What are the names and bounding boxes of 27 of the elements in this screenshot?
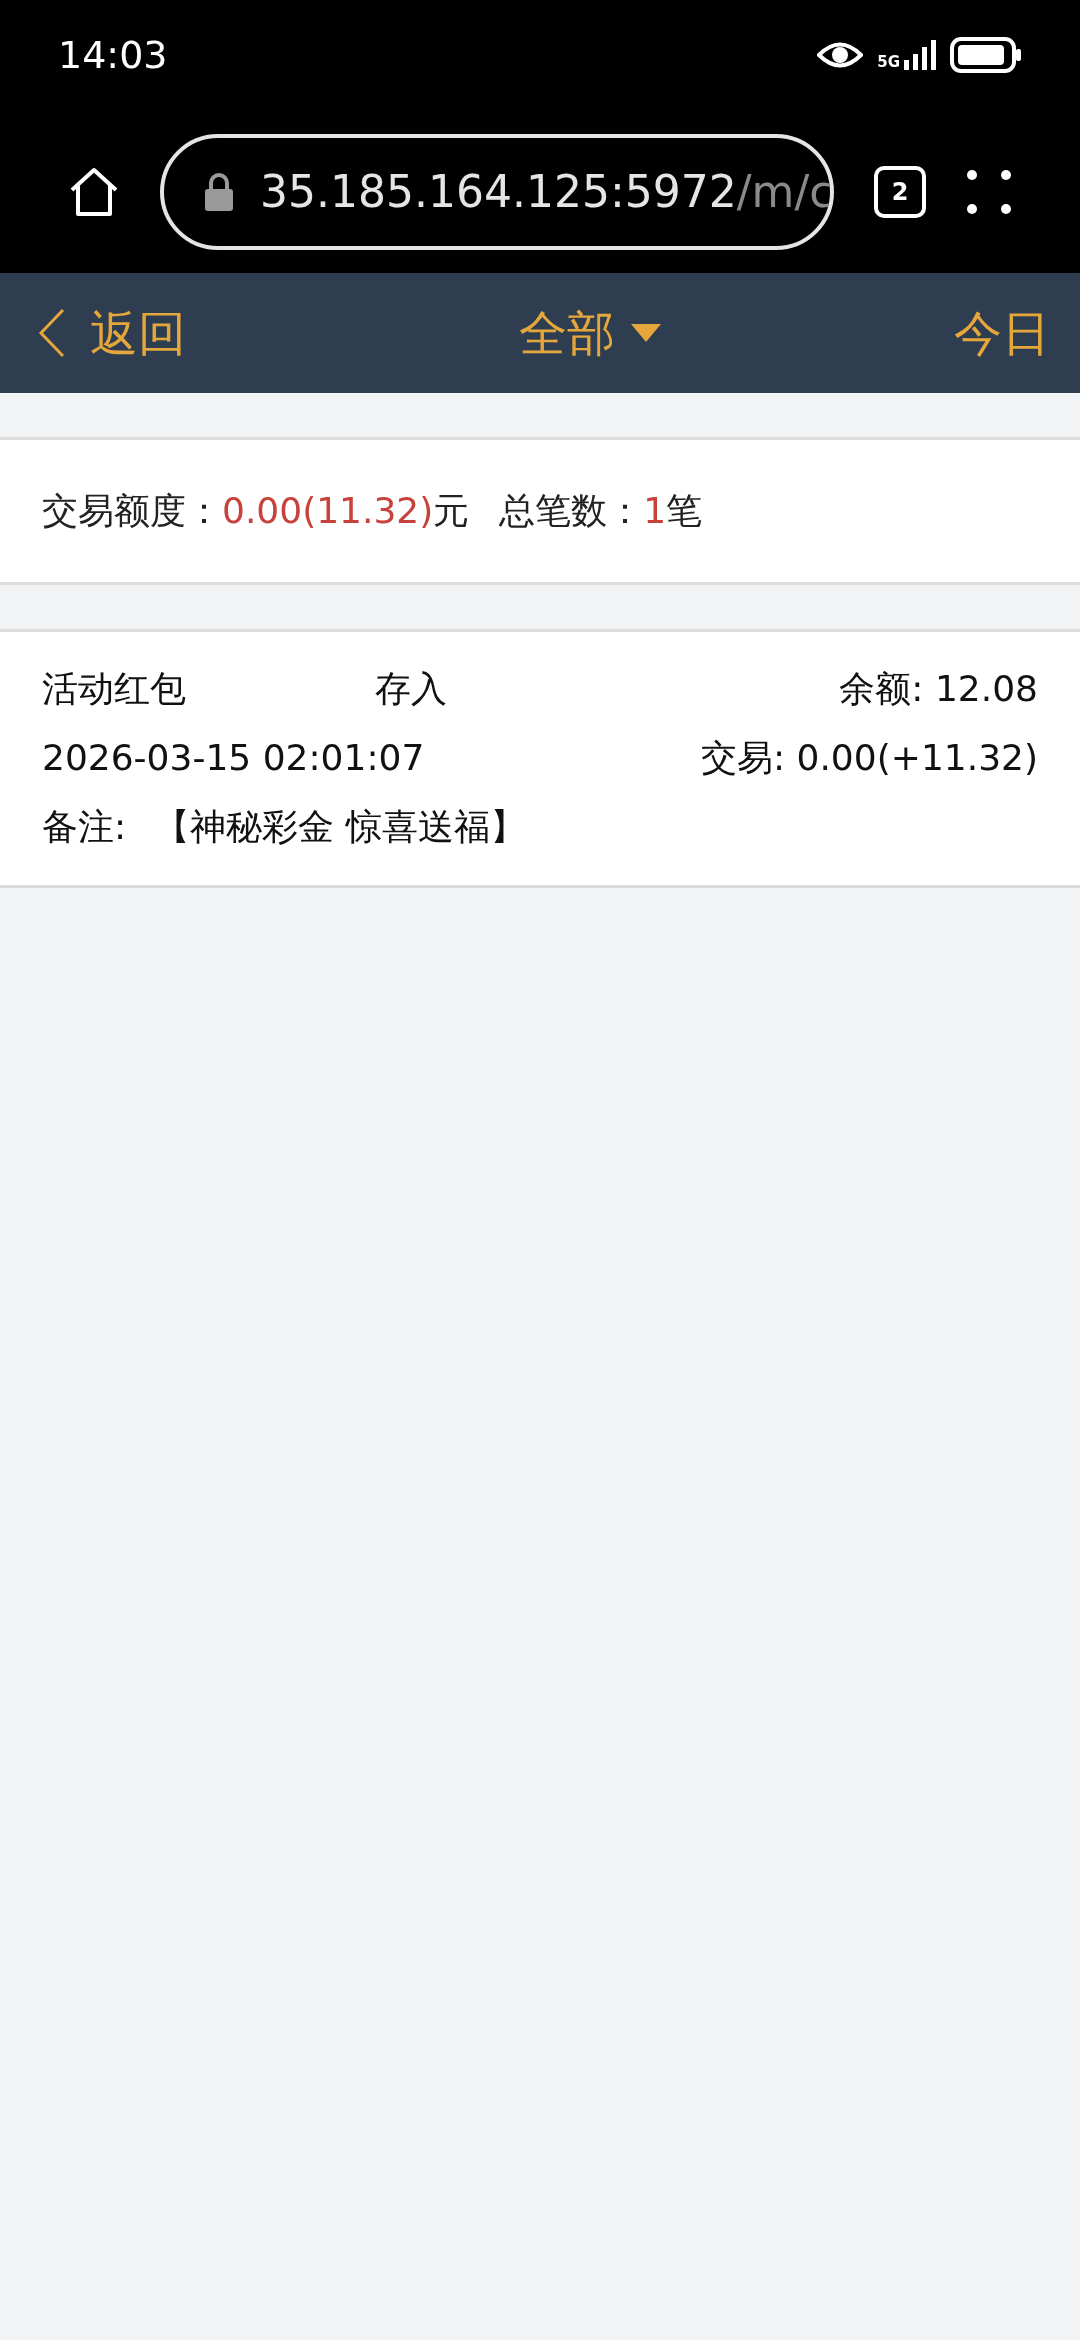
network-label: 5G — [877, 55, 900, 70]
battery-icon — [950, 37, 1022, 73]
signal-icon — [904, 40, 936, 70]
summary-unit: 元 — [433, 489, 470, 533]
back-icon — [38, 308, 66, 358]
back-button[interactable]: 返回 — [38, 297, 186, 369]
home-icon[interactable] — [68, 165, 120, 218]
eye-icon — [817, 40, 864, 70]
tab-count-button[interactable]: 2 — [874, 165, 926, 218]
note-label: 备注: — [42, 805, 127, 849]
summary-unit: 笔 — [666, 489, 703, 533]
summary-value: 1 — [643, 489, 667, 533]
caret-icon — [631, 324, 661, 342]
today-button[interactable]: 今日 — [954, 297, 1050, 369]
record-category: 活动红包 — [42, 667, 187, 711]
summary-label: 交易额度： — [42, 489, 222, 533]
menu-icon[interactable] — [966, 168, 1012, 215]
record-time: 2026-03-15 02:01:07 — [42, 736, 425, 780]
record-note: 【神秘彩金 惊喜送福】 — [154, 805, 526, 849]
record-type: 存入 — [375, 667, 447, 711]
filter-dropdown[interactable]: 全部 — [519, 297, 661, 369]
record-balance: 余额: 12.08 — [839, 667, 1038, 711]
summary-label: 总笔数： — [499, 489, 644, 533]
summary-value: 0.00(11.32) — [222, 489, 434, 533]
record-amount: 交易: 0.00(+11.32) — [700, 736, 1038, 780]
status-time: 14:03 — [58, 31, 168, 79]
lock-icon — [204, 172, 234, 211]
